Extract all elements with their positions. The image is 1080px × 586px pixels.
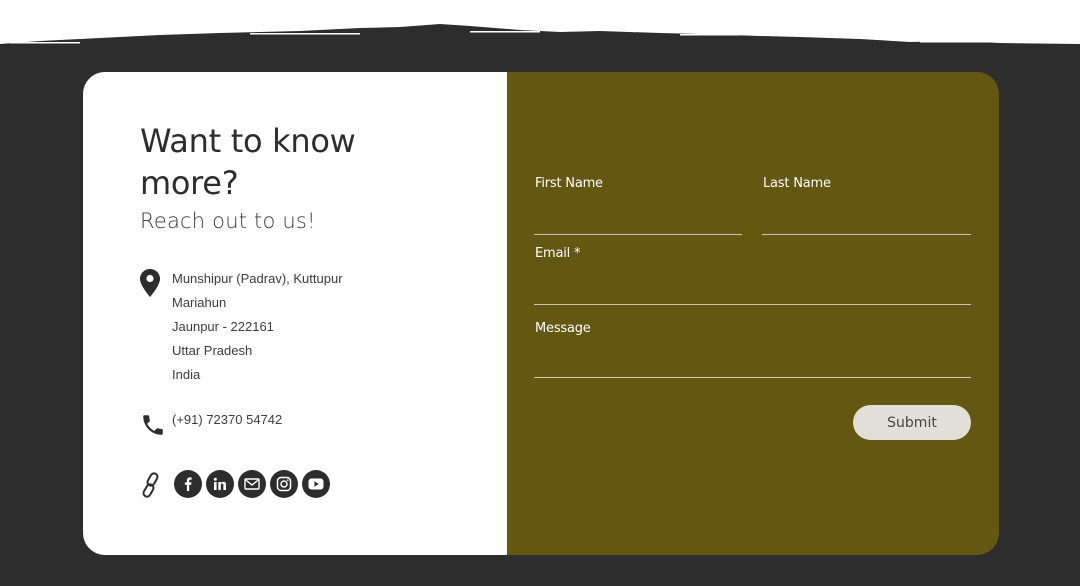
submit-button[interactable]: Submit [853, 405, 971, 440]
address-line: Uttar Pradesh [172, 343, 253, 358]
page-subtitle: Reach out to us! [140, 209, 316, 233]
email-label: Email * [535, 246, 581, 261]
address-line: India [172, 367, 201, 382]
email-icon[interactable] [238, 470, 266, 498]
phone-icon [143, 415, 163, 435]
message-input[interactable] [534, 353, 971, 378]
last-name-input[interactable] [762, 210, 971, 235]
address-line: Munshipur (Padrav), Kuttupur [172, 271, 343, 286]
last-name-label: Last Name [763, 176, 831, 191]
address-line: Jaunpur - 222161 [172, 319, 274, 334]
page-title: Want to know more? [140, 122, 356, 202]
youtube-icon[interactable] [302, 470, 330, 498]
address-line: Mariahun [172, 295, 227, 310]
social-links [174, 470, 330, 498]
brush-stroke-divider [0, 0, 1080, 60]
phone-number[interactable]: (+91) 72370 54742 [172, 412, 282, 427]
location-pin-icon [140, 269, 160, 297]
email-input[interactable] [534, 280, 971, 305]
address-block: Munshipur (Padrav), Kuttupur Mariahun Ja… [172, 267, 343, 387]
instagram-icon[interactable] [270, 470, 298, 498]
contact-form-panel: First Name Last Name Email * Message Sub… [507, 72, 999, 555]
contact-info-panel: Want to know more? Reach out to us! Muns… [83, 72, 507, 555]
first-name-input[interactable] [534, 210, 742, 235]
facebook-icon[interactable] [174, 470, 202, 498]
link-icon [142, 472, 159, 498]
message-label: Message [535, 321, 591, 336]
linkedin-icon[interactable] [206, 470, 234, 498]
first-name-label: First Name [535, 176, 603, 191]
contact-card: Want to know more? Reach out to us! Muns… [83, 72, 999, 555]
